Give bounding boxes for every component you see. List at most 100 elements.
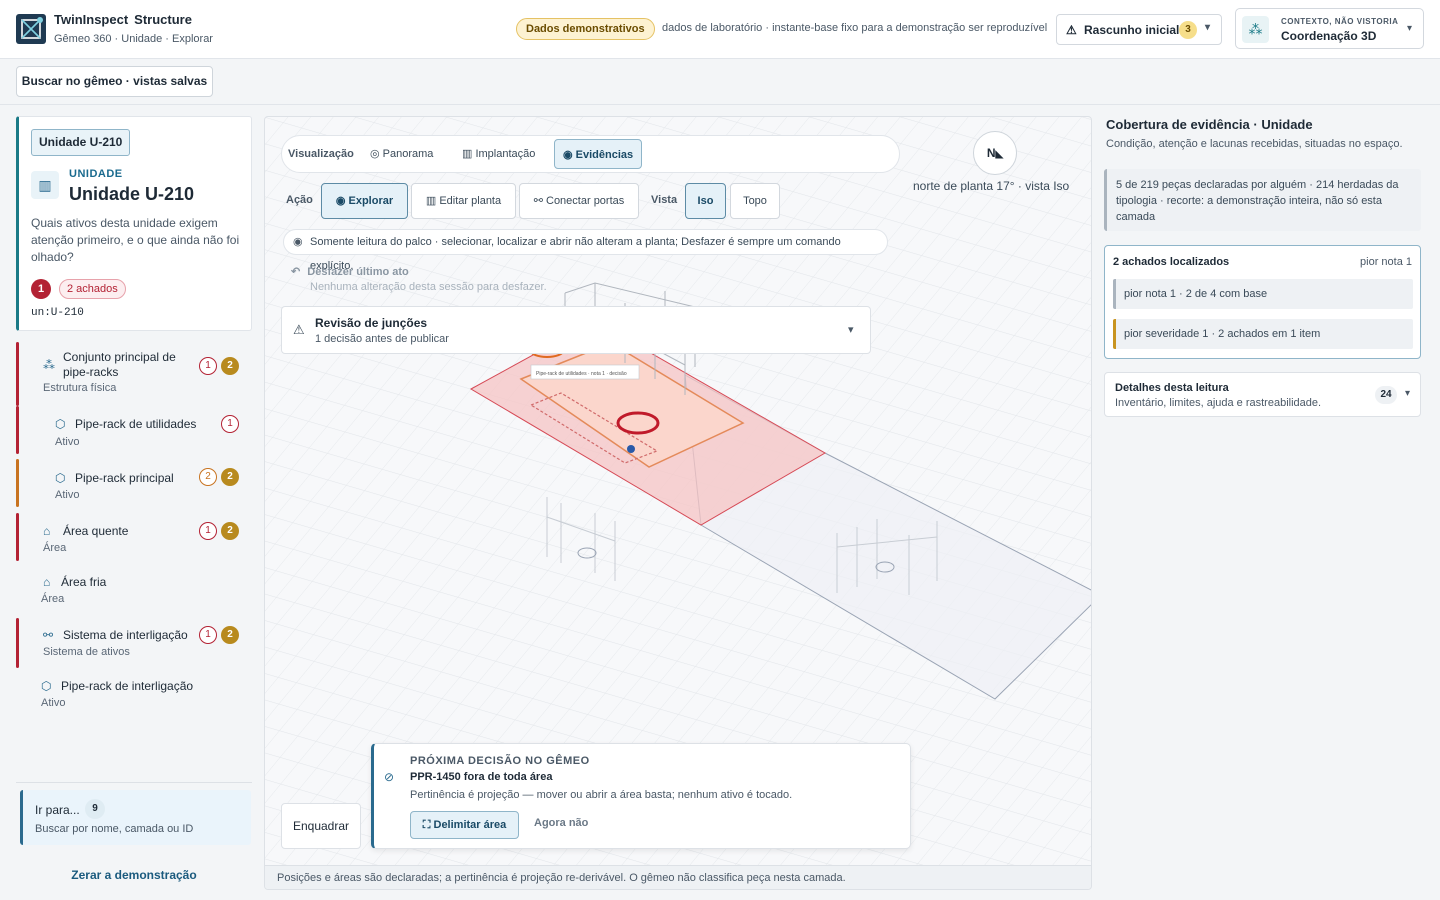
tree-item-label: Área fria: [61, 575, 107, 589]
chevron-down-icon: ▾: [1205, 22, 1211, 33]
details-panel[interactable]: Detalhes desta leitura Inventário, limit…: [1104, 372, 1421, 417]
tree-item-accent: [16, 513, 19, 561]
tab-evidencias[interactable]: ◉ Evidências: [554, 139, 643, 169]
goto-label: Ir para...: [35, 803, 80, 817]
cube-icon: ⬡: [41, 679, 52, 693]
severity-ring: 1: [199, 357, 217, 375]
tab-label: Evidências: [575, 149, 634, 161]
severity-ring: 2: [199, 468, 217, 486]
compass-button[interactable]: N◣: [973, 131, 1017, 175]
tree-item[interactable]: ⬡ Pipe-rack de utilidades Ativo 1: [16, 406, 252, 454]
tree-item[interactable]: ⬡ Pipe-rack principal Ativo 2 2: [16, 459, 252, 507]
breadcrumb: Gêmeo 360 · Unidade · Explorar: [54, 33, 213, 45]
tree-item[interactable]: ⬡ Pipe-rack de interligação Ativo: [16, 672, 252, 712]
goto-hint: Buscar por nome, camada ou ID: [35, 823, 194, 835]
unit-question: Quais ativos desta unidade exigem atençã…: [31, 216, 240, 264]
tree-item[interactable]: ⁂ Conjunto principal de pipe-racks Estru…: [16, 342, 252, 406]
review-subtitle: 1 decisão antes de publicar: [315, 333, 449, 345]
findings-count: 2: [221, 626, 239, 644]
tab-label: Implantação: [475, 148, 536, 160]
compass-arrow-icon: ◣: [995, 149, 1004, 160]
next-subtitle: Pertinência é projeção — mover ou abrir …: [410, 789, 793, 801]
search-saved-views-button[interactable]: Buscar no gêmeo · vistas salvas: [16, 66, 213, 97]
cube-icon: ⬡: [55, 417, 66, 431]
demo-badge: Dados demonstrativos: [516, 18, 655, 40]
north-orientation: norte de planta 17° · vista Iso: [913, 179, 1070, 193]
view-label: Vista: [651, 194, 678, 206]
tree-item-type: Ativo: [55, 436, 80, 448]
junction-review-panel[interactable]: ⚠ Revisão de junções 1 decisão antes de …: [281, 306, 871, 354]
details-subtitle: Inventário, limites, ajuda e rastreabili…: [1115, 397, 1322, 409]
next-kicker: PRÓXIMA DECISÃO NO GÊMEO: [410, 755, 590, 767]
warning-icon: ⚠: [1066, 23, 1077, 37]
undo-button[interactable]: ↶ Desfazer último ato: [291, 265, 409, 278]
visualization-label: Visualização: [288, 148, 354, 160]
map-icon: ▥: [31, 171, 59, 199]
tab-panorama[interactable]: ◎ Panorama: [362, 139, 441, 169]
action-label: Ação: [286, 194, 313, 206]
tree-item[interactable]: ⌂ Área quente Área 1 2: [16, 513, 252, 561]
app-logo: [16, 14, 46, 44]
undo-label: Desfazer último ato: [307, 266, 409, 278]
button-label: Editar planta: [439, 195, 502, 207]
findings-badge[interactable]: 2 achados: [59, 279, 126, 299]
delimit-area-button[interactable]: ⛶ Delimitar área: [410, 811, 519, 839]
unit-id: un:U-210: [31, 307, 84, 319]
unit-tag[interactable]: Unidade U-210: [31, 129, 131, 156]
tree-item[interactable]: ⌂ Área fria Área: [16, 568, 252, 608]
app-header: TwinInspect Structure Gêmeo 360 · Unidade…: [0, 0, 1440, 59]
compass-icon: ⊘: [384, 770, 395, 784]
tree-item-label: Conjunto principal de pipe-racks: [63, 350, 176, 379]
tree-item-type: Sistema de ativos: [43, 646, 130, 658]
tree-item-accent: [16, 459, 19, 507]
view-top-button[interactable]: Topo: [730, 183, 780, 219]
unit-title: Unidade U-210: [69, 184, 195, 204]
edit-plan-button[interactable]: ▥ Editar planta: [411, 183, 516, 219]
scene-stage[interactable]: Pipe-rack de utilidades · nota 1 · decis…: [264, 116, 1092, 890]
findings-count: 2: [221, 468, 239, 486]
context-selector[interactable]: ⁂ CONTEXTO, NÃO VISTORIA Coordenação 3D …: [1235, 8, 1424, 49]
severity-ring: 1: [199, 522, 217, 540]
coverage-subtitle: Condição, atenção e lacunas recebidas, s…: [1106, 138, 1403, 150]
unit-kind: UNIDADE: [69, 168, 123, 180]
building-icon: ⌂: [43, 575, 51, 589]
draft-menu-button[interactable]: ⚠ Rascunho inicial 3 ▾: [1056, 14, 1222, 45]
reset-demo-link[interactable]: Zerar a demonstração: [16, 868, 252, 882]
scene-label: Pipe-rack de utilidades · nota 1 · decis…: [536, 371, 627, 377]
explore-button[interactable]: ◉ Explorar: [321, 183, 408, 219]
coverage-title: Cobertura de evidência · Unidade: [1106, 117, 1313, 132]
findings-worst-grade: pior nota 1: [1360, 256, 1412, 268]
button-label: Conectar portas: [546, 195, 625, 207]
findings-panel: 2 achados localizados pior nota 1 pior n…: [1104, 245, 1421, 359]
next-decision-card: ⊘ PRÓXIMA DECISÃO NO GÊMEO PPR-1450 fora…: [371, 743, 911, 849]
network-icon: ⚯: [43, 628, 54, 642]
frame-button[interactable]: Enquadrar: [281, 803, 361, 849]
tree-item-label: Pipe-rack de interligação: [61, 679, 194, 693]
findings-count: 2: [221, 522, 239, 540]
finding-row[interactable]: pior severidade 1 · 2 achados em 1 item: [1113, 319, 1413, 349]
tree-item-label: Sistema de interligação: [63, 628, 188, 642]
tree-item[interactable]: ⚯ Sistema de interligação Sistema de ati…: [16, 618, 252, 668]
severity-ring: 1: [221, 415, 239, 433]
selection-marker[interactable]: [627, 445, 635, 453]
next-title: PPR-1450 fora de toda área: [410, 771, 553, 783]
finding-row[interactable]: pior nota 1 · 2 de 4 com base: [1113, 279, 1413, 309]
cluster-icon: ⁂: [43, 358, 55, 372]
readonly-notice: ◉ Somente leitura do palco · selecionar, …: [283, 229, 888, 272]
view-iso-button[interactable]: Iso: [685, 183, 726, 219]
unit-card: Unidade U-210 ▥ UNIDADE Unidade U-210 Qu…: [16, 116, 252, 331]
connect-ports-button[interactable]: ⚯ Conectar portas: [519, 183, 639, 219]
chevron-down-icon: ▾: [848, 324, 854, 336]
goto-search[interactable]: Ir para... 9 Buscar por nome, camada ou …: [20, 790, 251, 845]
tree-item-type: Área: [43, 542, 67, 554]
tree-item-accent: [16, 342, 19, 406]
context-value: Coordenação 3D: [1281, 29, 1377, 43]
action-toolbar: Ação ◉ Explorar ▥ Editar planta ⚯ Conect…: [281, 181, 781, 221]
chevron-down-icon: ▾: [1407, 23, 1413, 34]
divider: [0, 104, 1440, 105]
not-now-button[interactable]: Agora não: [534, 817, 588, 829]
demo-description: dados de laboratório · instante-base fix…: [662, 22, 1048, 34]
building-icon: ⌂: [43, 524, 51, 538]
tab-implantacao[interactable]: ▥ Implantação: [454, 139, 543, 169]
brand-name: TwinInspect: [54, 12, 129, 27]
